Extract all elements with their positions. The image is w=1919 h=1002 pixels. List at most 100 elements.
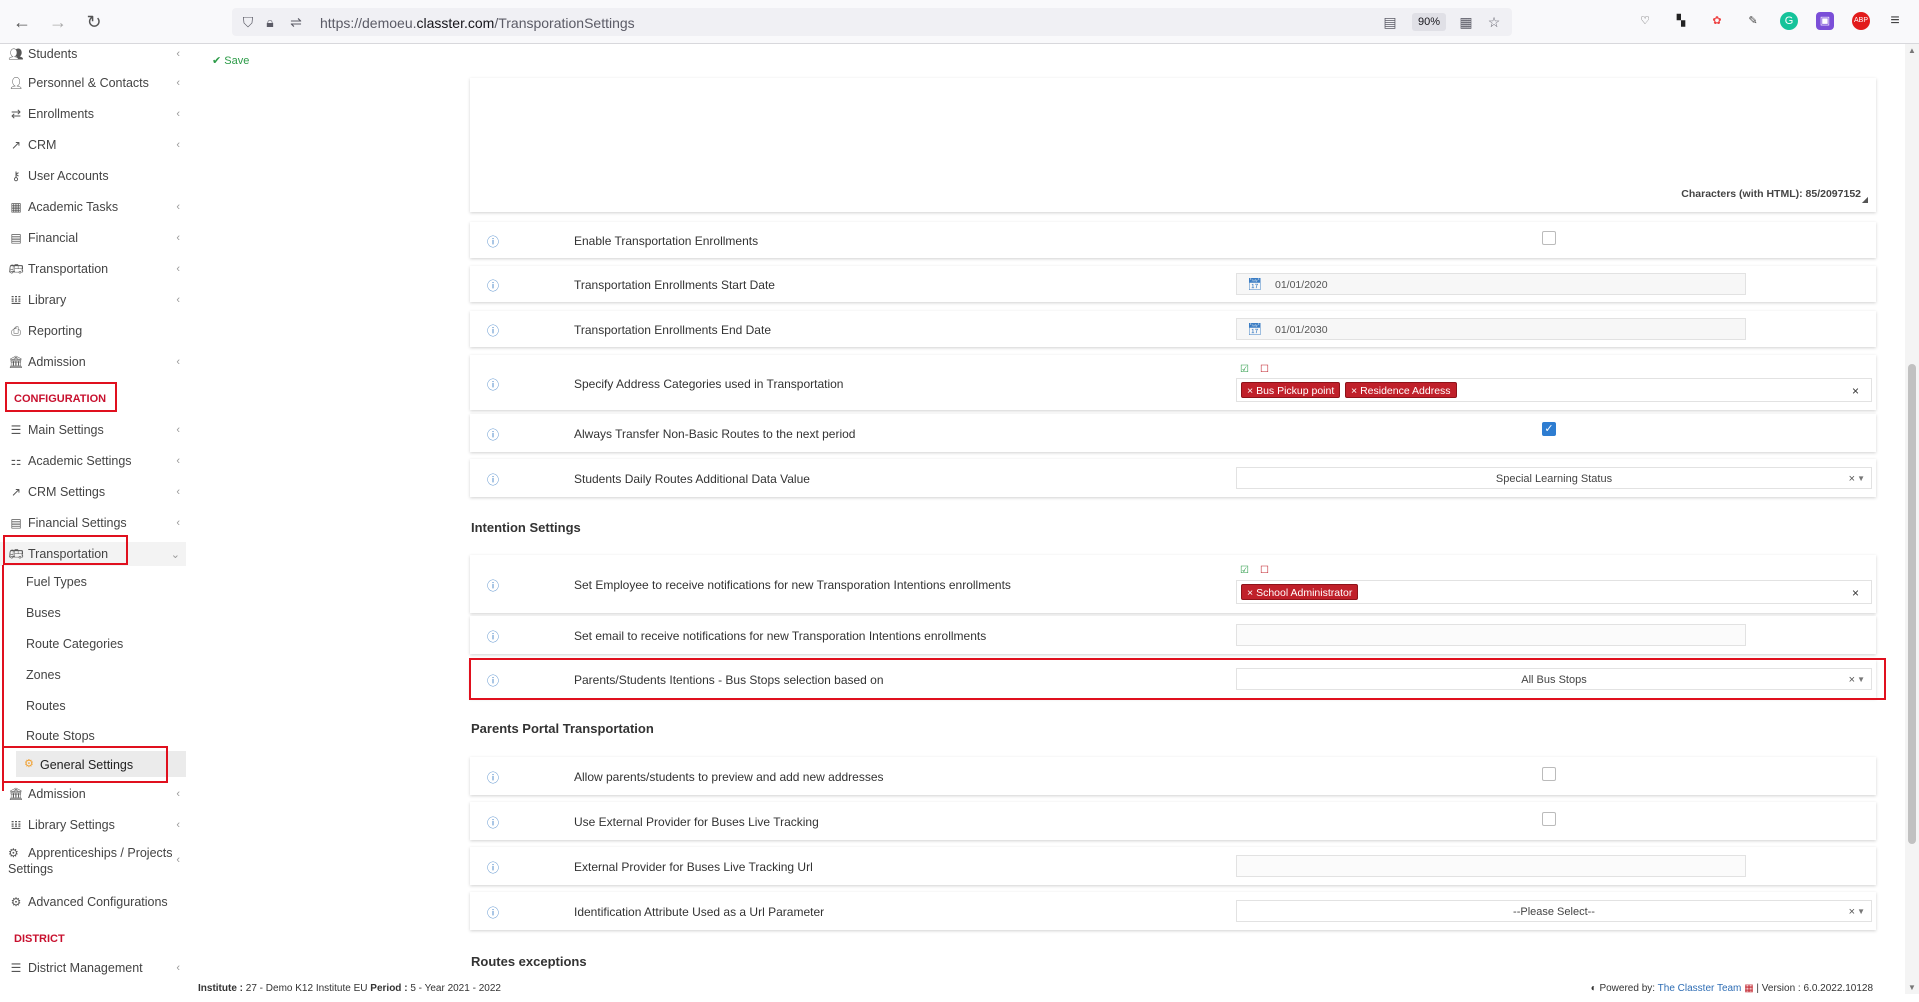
info-icon[interactable]: ⓘ bbox=[487, 277, 499, 294]
tag-residence-address[interactable]: × Residence Address bbox=[1345, 382, 1457, 398]
daily-routes-select[interactable]: Special Learning Status × ▼ bbox=[1236, 467, 1872, 489]
eyedropper-icon[interactable]: ✎ bbox=[1744, 12, 1762, 30]
sidebar-subitem-zones[interactable]: Zones bbox=[26, 668, 61, 682]
sidebar-item-enrollments[interactable]: ⇄ Enrollments ‹ bbox=[0, 102, 186, 126]
start-date-input[interactable]: 📅︎ 01/01/2020 bbox=[1236, 273, 1746, 295]
forward-icon[interactable]: → bbox=[48, 12, 68, 32]
info-icon[interactable]: ⓘ bbox=[487, 814, 499, 831]
rich-text-editor[interactable]: Characters (with HTML): 85/2097152 ◢ bbox=[470, 78, 1876, 212]
deselect-all-icon[interactable]: ☐ bbox=[1260, 566, 1270, 576]
end-date-input[interactable]: 📅︎ 01/01/2030 bbox=[1236, 318, 1746, 340]
sidebar-item-reporting[interactable]: ⎙ Reporting bbox=[0, 319, 186, 343]
setting-row: ⓘ Identification Attribute Used as a Url… bbox=[470, 892, 1876, 930]
info-icon[interactable]: ⓘ bbox=[487, 471, 499, 488]
save-button[interactable]: ✔ Save bbox=[212, 54, 249, 67]
chevron-down-icon[interactable]: ▼ bbox=[1857, 907, 1865, 916]
sidebar-item-financial-settings[interactable]: ▤ Financial Settings ‹ bbox=[0, 511, 186, 535]
back-icon[interactable]: ← bbox=[12, 12, 32, 32]
info-icon[interactable]: ⓘ bbox=[487, 904, 499, 921]
tracking-url-input[interactable] bbox=[1236, 855, 1746, 877]
info-icon[interactable]: ⓘ bbox=[487, 769, 499, 786]
transfer-routes-checkbox[interactable]: ✓ bbox=[1542, 422, 1556, 436]
scroll-thumb[interactable] bbox=[1908, 364, 1916, 844]
setting-row: ⓘ Set Employee to receive notifications … bbox=[470, 555, 1876, 613]
sidebar-item-user-accounts[interactable]: ⚷ User Accounts bbox=[0, 164, 186, 188]
sidebar-item-admission-config[interactable]: 🏛︎ Admission ‹ bbox=[0, 782, 186, 806]
calendar-icon[interactable]: 📅︎ bbox=[1247, 277, 1262, 291]
sidebar-item-personnel[interactable]: 👤︎ Personnel & Contacts ‹ bbox=[0, 71, 186, 95]
lock-icon[interactable]: 🔒︎ bbox=[262, 14, 278, 30]
menu-icon[interactable]: ≡ bbox=[1886, 12, 1904, 30]
tag-school-administrator[interactable]: × School Administrator bbox=[1241, 584, 1359, 600]
chevron-left-icon: ‹ bbox=[176, 517, 180, 529]
sidebar-subitem-routes[interactable]: Routes bbox=[26, 699, 66, 713]
chevron-left-icon: ‹ bbox=[176, 77, 180, 89]
sidebar-item-academic-settings[interactable]: ⚏ Academic Settings ‹ bbox=[0, 449, 186, 473]
zoom-level[interactable]: 90% bbox=[1412, 13, 1447, 31]
info-icon[interactable]: ⓘ bbox=[487, 376, 499, 393]
sidebar-item-academic-tasks[interactable]: ▦ Academic Tasks ‹ bbox=[0, 195, 186, 219]
info-icon[interactable]: ⓘ bbox=[487, 322, 499, 339]
sidebar-item-transportation[interactable]: 🚌︎ Transportation ‹ bbox=[0, 257, 186, 281]
sidebar-item-financial[interactable]: ▤ Financial ‹ bbox=[0, 226, 186, 250]
employee-notify-multiselect[interactable]: × School Administrator × bbox=[1236, 580, 1872, 604]
clear-icon[interactable]: × bbox=[1849, 906, 1855, 918]
bookmark-star-icon[interactable]: ☆ bbox=[1486, 14, 1502, 30]
info-icon[interactable]: ⓘ bbox=[487, 233, 499, 250]
adblock-icon[interactable]: ABP bbox=[1852, 12, 1870, 30]
scroll-down-icon[interactable]: ▼ bbox=[1908, 983, 1916, 992]
scrollbar[interactable]: ▲ ▼ bbox=[1905, 44, 1919, 994]
sidebar-subitem-route-stops[interactable]: Route Stops bbox=[26, 729, 95, 743]
clear-icon[interactable]: × bbox=[1852, 384, 1859, 398]
external-provider-checkbox[interactable] bbox=[1542, 812, 1556, 826]
id-attribute-select[interactable]: --Please Select-- × ▼ bbox=[1236, 900, 1872, 922]
chevron-down-icon[interactable]: ▼ bbox=[1857, 474, 1865, 483]
sidebar-item-district-management[interactable]: ☰ District Management ‹ bbox=[0, 956, 186, 980]
select-all-icon[interactable]: ☑ bbox=[1240, 365, 1250, 375]
sidebar-item-advanced-configurations[interactable]: ⚙ Advanced Configurations bbox=[0, 890, 186, 914]
reload-icon[interactable]: ↻ bbox=[84, 12, 104, 32]
clear-icon[interactable]: × bbox=[1852, 586, 1859, 600]
highlight-box bbox=[3, 535, 128, 565]
shield-icon[interactable]: ⛉ bbox=[240, 14, 256, 30]
info-icon[interactable]: ⓘ bbox=[487, 577, 499, 594]
intention-settings-title: Intention Settings bbox=[471, 520, 581, 535]
preview-addresses-checkbox[interactable] bbox=[1542, 767, 1556, 781]
pocket-icon[interactable]: ♡ bbox=[1636, 12, 1654, 30]
grammarly-icon[interactable]: G bbox=[1780, 12, 1798, 30]
enable-enrollments-checkbox[interactable] bbox=[1542, 231, 1556, 245]
sidebar-subitem-route-categories[interactable]: Route Categories bbox=[26, 637, 123, 651]
info-icon[interactable]: ⓘ bbox=[487, 426, 499, 443]
color-wheel-icon[interactable]: ✿ bbox=[1708, 12, 1726, 30]
resize-handle-icon[interactable]: ◢ bbox=[1862, 195, 1868, 204]
sidebar-item-students[interactable]: 👥︎ Students ‹ bbox=[0, 42, 186, 66]
scroll-up-icon[interactable]: ▲ bbox=[1908, 46, 1916, 55]
sidebar-item-apprenticeships[interactable]: ⚙ Apprenticeships / Projects Settings ‹ bbox=[0, 844, 186, 878]
sidebar-item-library-settings[interactable]: 𝍔 Library Settings ‹ bbox=[0, 813, 186, 837]
sidebar-item-admission[interactable]: 🏛︎ Admission ‹ bbox=[0, 350, 186, 374]
info-icon[interactable]: ⓘ bbox=[487, 859, 499, 876]
sidebar-subitem-fuel-types[interactable]: Fuel Types bbox=[26, 575, 87, 589]
sidebar-item-main-settings[interactable]: ☰ Main Settings ‹ bbox=[0, 418, 186, 442]
calendar-icon[interactable]: 📅︎ bbox=[1247, 322, 1262, 336]
permissions-icon[interactable]: ⇌ bbox=[288, 14, 304, 30]
sidebar-item-library[interactable]: 𝍔 Library ‹ bbox=[0, 288, 186, 312]
extension-icon[interactable]: ▣ bbox=[1816, 12, 1834, 30]
sidebar-item-crm-settings[interactable]: ↗ CRM Settings ‹ bbox=[0, 480, 186, 504]
tag-bus-pickup-point[interactable]: × Bus Pickup point bbox=[1241, 382, 1341, 398]
notify-email-input[interactable] bbox=[1236, 624, 1746, 646]
routes-exceptions-title: Routes exceptions bbox=[471, 954, 587, 969]
address-bar[interactable]: ⛉ 🔒︎ ⇌ https://demoeu.classter.com/Trans… bbox=[232, 8, 1512, 36]
extensions-grid-icon[interactable]: ▚ bbox=[1672, 12, 1690, 30]
reader-view-icon[interactable]: ▤ bbox=[1382, 14, 1398, 30]
classter-team-link[interactable]: The Classter Team bbox=[1658, 983, 1742, 994]
qr-icon[interactable]: ▦ bbox=[1458, 14, 1474, 30]
clear-icon[interactable]: × bbox=[1849, 473, 1855, 485]
info-icon[interactable]: ⓘ bbox=[487, 628, 499, 645]
setting-row: ⓘ Use External Provider for Buses Live T… bbox=[470, 802, 1876, 840]
deselect-all-icon[interactable]: ☐ bbox=[1260, 365, 1270, 375]
sidebar-subitem-buses[interactable]: Buses bbox=[26, 606, 61, 620]
select-all-icon[interactable]: ☑ bbox=[1240, 566, 1250, 576]
sidebar-item-crm[interactable]: ↗ CRM ‹ bbox=[0, 133, 186, 157]
address-categories-multiselect[interactable]: × Bus Pickup point × Residence Address × bbox=[1236, 378, 1872, 402]
